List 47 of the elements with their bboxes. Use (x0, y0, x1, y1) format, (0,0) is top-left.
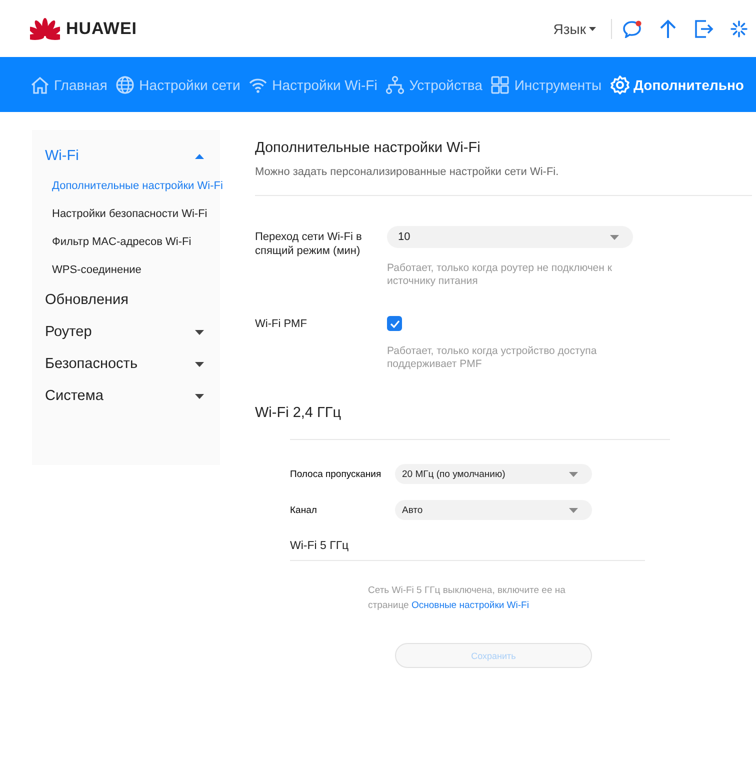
sidebar-subitem[interactable]: Дополнительные настройки Wi-Fi (32, 172, 220, 200)
sidebar-subitem[interactable]: Настройки безопасности Wi-Fi (32, 200, 220, 228)
caret-icon (569, 508, 578, 512)
section-title: Wi-Fi 2,4 ГГц (255, 405, 342, 421)
logo-text: HUAWEI (66, 18, 137, 38)
hint-text: Работает, только когда роутер не подключен к источнику питания (387, 262, 613, 288)
settings-link[interactable]: Основные настройки Wi-Fi (411, 600, 529, 611)
home-icon (30, 74, 50, 94)
caret-icon (195, 362, 204, 366)
setting-label: Wi-Fi PMF (255, 317, 308, 331)
message-icon[interactable] (622, 20, 642, 38)
select-field[interactable]: 20 МГц (по умолчанию) (395, 464, 592, 484)
loading-icon[interactable] (730, 20, 748, 38)
sidebar-item[interactable]: Безопасность (32, 348, 220, 380)
caret-icon (195, 154, 204, 158)
sidebar-item[interactable]: Система (32, 380, 220, 412)
grid-icon (490, 74, 510, 94)
note-text: Сеть Wi-Fi 5 ГГц выключена, включите ее на странице Основные настройки Wi-Fi (368, 584, 566, 613)
setting-label: Переход сети Wi-Fi в спящий режим (мин) (255, 230, 363, 258)
logo-icon (30, 18, 60, 40)
caret-icon (610, 234, 619, 240)
logout-icon[interactable] (694, 18, 714, 38)
caret-icon (195, 394, 204, 398)
hint-text: Работает, только когда устройство доступа поддерживает PMF (387, 345, 598, 371)
setting-label: Канал (290, 504, 318, 516)
sidebar-item[interactable]: Wi-Fi (32, 140, 220, 172)
sidebar-subitem[interactable]: Фильтр MAC-адресов Wi-Fi (32, 228, 220, 256)
select-field[interactable]: Авто (395, 500, 592, 520)
page-description: Можно задать персонализированные настройки сети Wi-Fi. (255, 166, 560, 178)
check-icon (390, 320, 400, 328)
page-title: Дополнительные настройки Wi-Fi (255, 140, 482, 156)
sidebar-item[interactable]: Роутер (32, 316, 220, 348)
sidebar-item[interactable]: Обновления (32, 284, 220, 316)
checkbox[interactable] (387, 316, 402, 331)
sidebar-subitem[interactable]: WPS-соединение (32, 256, 220, 284)
settings-icon (610, 74, 630, 94)
upload-icon[interactable] (658, 18, 678, 38)
nav-tab[interactable]: Дополнительно (610, 74, 744, 94)
setting-label: Полоса пропускания (290, 468, 382, 480)
network-icon (385, 74, 406, 94)
select-field[interactable]: 10 (387, 226, 633, 248)
caret-icon (569, 472, 578, 476)
section-title: Wi-Fi 5 ГГц (290, 540, 350, 552)
globe-icon (115, 74, 136, 94)
caret-icon (589, 26, 596, 30)
language-menu[interactable]: Язык (553, 20, 596, 36)
caret-icon (195, 330, 204, 334)
